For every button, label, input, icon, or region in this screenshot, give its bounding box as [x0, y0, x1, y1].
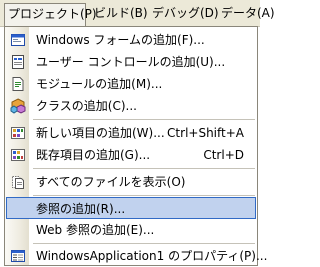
menu-item-add-user-control[interactable]: ユーザー コントロールの追加(U)... [6, 51, 256, 73]
menu-item-add-reference[interactable]: 参照の追加(R)... [6, 197, 256, 219]
menu-item-label: Web 参照の追加(E)... [36, 223, 155, 237]
menu-item-add-new-item[interactable]: 新しい項目の追加(W)... Ctrl+Shift+A [6, 122, 256, 144]
menu-item-label: モジュールの追加(M)... [36, 77, 163, 91]
menu-item-label: 新しい項目の追加(W)... [36, 126, 165, 140]
menu-item-project-properties[interactable]: WindowsApplication1 のプロパティ(P)... [6, 245, 267, 267]
windows-form-icon [10, 32, 26, 48]
class-icon [10, 98, 26, 114]
menu-item-label: すべてのファイルを表示(O) [36, 175, 186, 189]
screen: プロジェクト(P) ビルド(B) デバッグ(D) データ(A) Windows … [0, 0, 275, 267]
menu-item-add-module[interactable]: モジュールの追加(M)... [6, 73, 256, 95]
new-item-icon [10, 125, 26, 141]
menu-bar: プロジェクト(P) ビルド(B) デバッグ(D) データ(A) [0, 0, 275, 27]
menu-item-shortcut: Ctrl+D [203, 148, 244, 162]
menu-item-add-windows-form[interactable]: Windows フォームの追加(F)... [6, 29, 256, 51]
menu-project[interactable]: プロジェクト(P) [4, 3, 97, 27]
project-dropdown-menu: Windows フォームの追加(F)... ユーザー コントロールの追加(U).… [4, 26, 267, 267]
menu-item-label: WindowsApplication1 のプロパティ(P)... [36, 249, 268, 263]
menu-item-label: ユーザー コントロールの追加(U)... [36, 55, 226, 69]
menu-item-show-all-files[interactable]: すべてのファイルを表示(O) [6, 171, 256, 193]
menu-item-add-web-reference[interactable]: Web 参照の追加(E)... [6, 219, 256, 241]
menu-item-shortcut: Ctrl+Shift+A [167, 126, 244, 140]
show-all-files-icon [10, 174, 26, 190]
menu-separator [33, 195, 255, 196]
menu-item-label: 既存項目の追加(G)... [36, 148, 151, 162]
menu-item-label: クラスの追加(C)... [36, 99, 137, 113]
menu-item-label: 参照の追加(R)... [36, 202, 126, 216]
menu-separator [33, 243, 255, 244]
menu-item-label: Windows フォームの追加(F)... [36, 33, 205, 47]
menu-build[interactable]: ビルド(B) [91, 3, 151, 23]
menu-item-add-class[interactable]: クラスの追加(C)... [6, 95, 256, 117]
user-control-icon [10, 54, 26, 70]
menu-separator [33, 119, 255, 120]
module-icon [10, 76, 26, 92]
menu-data[interactable]: データ(A) [218, 3, 278, 23]
menu-debug[interactable]: デバッグ(D) [149, 3, 222, 23]
menu-separator [33, 168, 255, 169]
existing-item-icon [10, 147, 26, 163]
properties-icon [10, 248, 26, 264]
menu-item-add-existing-item[interactable]: 既存項目の追加(G)... Ctrl+D [6, 144, 256, 166]
